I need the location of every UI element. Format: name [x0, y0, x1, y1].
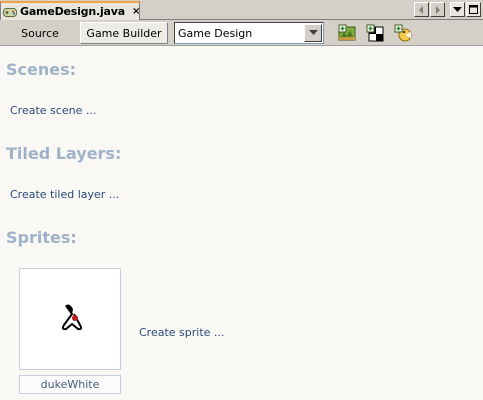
new-sprite-icon[interactable] — [394, 24, 412, 42]
design-select[interactable]: Game Design — [174, 22, 324, 44]
create-sprite-link[interactable]: Create sprite ... — [139, 326, 224, 339]
tiled-layers-heading: Tiled Layers: — [6, 144, 122, 163]
scenes-heading: Scenes: — [6, 60, 77, 79]
chevron-down-icon[interactable] — [450, 2, 465, 17]
duke-sprite-icon — [61, 304, 83, 331]
create-tiled-layer-link[interactable]: Create tiled layer ... — [10, 188, 119, 201]
editor-tab-gamedesign[interactable]: GameDesign.java × — [0, 1, 140, 20]
close-icon[interactable]: × — [132, 6, 140, 17]
chevron-right-icon[interactable] — [430, 2, 445, 17]
editor-tab-strip: GameDesign.java × — [0, 0, 483, 20]
create-scene-link[interactable]: Create scene ... — [10, 104, 96, 117]
editor-toolbar: Source Game Builder Game Design — [0, 20, 483, 46]
design-select-value: Game Design — [178, 26, 253, 40]
game-builder-view-button[interactable]: Game Builder — [80, 22, 168, 44]
window-controls — [414, 2, 481, 17]
new-scene-icon[interactable] — [338, 24, 356, 42]
editor-tab-title: GameDesign.java — [20, 5, 125, 18]
source-view-button[interactable]: Source — [8, 22, 72, 44]
chevron-down-icon[interactable] — [304, 24, 322, 42]
sprites-heading: Sprites: — [6, 228, 77, 247]
maximize-icon[interactable] — [466, 2, 481, 17]
game-design-file-icon — [3, 6, 17, 18]
new-tiled-layer-icon[interactable] — [366, 24, 384, 42]
sprite-thumbnail-dukewhite[interactable] — [19, 268, 121, 370]
sprite-name-label[interactable]: dukeWhite — [19, 375, 121, 394]
chevron-left-icon[interactable] — [414, 2, 429, 17]
